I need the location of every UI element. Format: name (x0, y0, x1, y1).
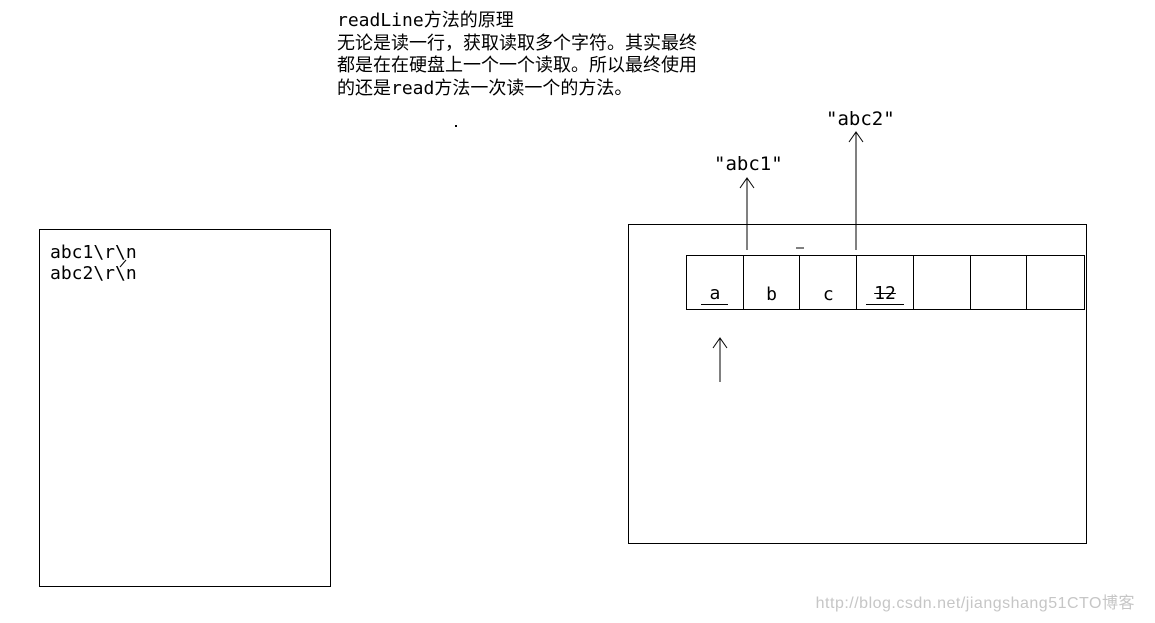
arrow-read-pointer (713, 338, 727, 382)
tick-left-line1 (120, 260, 126, 267)
arrows-overlay (0, 0, 1155, 623)
arrow-to-abc2 (849, 132, 863, 250)
arrow-to-abc1 (740, 178, 754, 250)
watermark: http://blog.csdn.net/jiangshang51CTO博客 (816, 589, 1135, 613)
